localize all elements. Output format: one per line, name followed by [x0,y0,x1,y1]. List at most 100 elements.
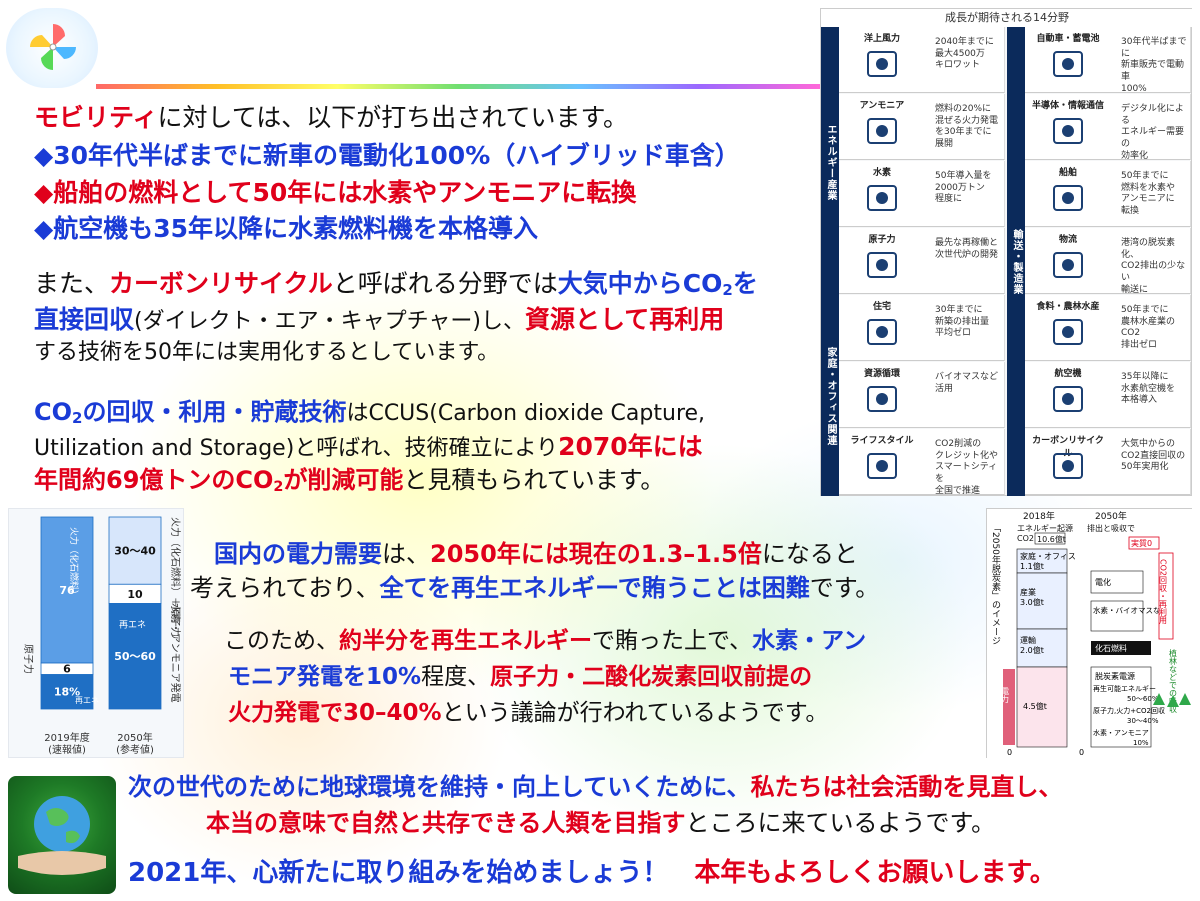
right-cell: 船舶 50年までに 燃料を水素や アンモニアに 転換 [1025,161,1191,227]
flow-zero-left: 0 [1007,748,1012,757]
demand-line2: 考えられており、全てを再生エネルギーで賄うことは困難です。 [190,574,879,603]
greeting-highlight: 本年もよろしくお願いします。 [694,858,1056,888]
flow-year-2018: 2018年 [1023,510,1055,522]
flow-left-3-name: 運輸 [1020,635,1036,645]
bar-value-label: 30〜40 [114,545,156,558]
ccus-line2: Utilization and Storage)と呼ばれ、技術確立により2070… [34,432,703,462]
text: になると [761,540,858,568]
nuclear-ccs-highlight: 原子力・二酸化炭素回収前提の [490,664,813,690]
hydrogen-highlight: 水素・アン [752,628,867,654]
right-cell: 食料・農林水産 50年までに 農林水産業のCO2 排出ゼロ [1025,295,1191,361]
cell-desc: 30年代半ばまでに 新車販売で電動車 100% [1121,37,1187,94]
bullet-ev: ◆30年代半ばまでに新車の電動化100%（ハイブリッド車含） [34,141,740,170]
flow-left-2-name: 産業 [1020,587,1036,597]
year-2070-highlight: 2070年には [558,432,703,461]
side-label-nuclear: 原子力 [22,644,35,674]
flow-svg: 「2050年脱炭素」のイメージ 2018年 2050年 エネルギー起源 CO2 … [987,509,1193,759]
mix-line3: 火力発電で30–40%という議論が行われているようです。 [228,700,828,728]
cell-desc: 30年までに 新築の排出量 平均ゼロ [935,305,990,339]
text: ところに来ているようです。 [685,809,996,837]
pinwheel-icon [30,24,76,70]
recycle-icon [867,386,897,412]
house-icon [867,319,897,345]
text: 程度、 [421,664,491,690]
flow-power-r1: 再生可能エネルギー [1093,684,1156,693]
flow-jisshitsu: 実質0 [1131,538,1152,548]
ccus-line1: CO2の回収・利用・貯蔵技術はCCUS(Carbon dioxide Captu… [34,398,705,427]
text: を [732,269,758,298]
earth-in-hands-image [8,776,116,894]
flow-power-v3: 10% [1133,739,1149,747]
text: このため、 [224,628,339,654]
cell-name: 半導体・情報通信 [1031,101,1104,111]
cell-name: 物流 [1058,235,1077,245]
cell-desc: 大気中からの CO2直接回収の 50年実用化 [1121,439,1186,473]
airplane-icon [1053,386,1083,412]
flow-left-2-value: 3.0億t [1020,597,1044,607]
right-cell: カーボンリサイクル 大気中からの CO2直接回収の 50年実用化 [1025,429,1191,495]
category-sublabel-2050: (参考値) [116,743,154,756]
infographic-title: 成長が期待される14分野 [821,9,1193,27]
flow-h-2018: エネルギー起源 [1017,524,1073,533]
cell-name: 洋上風力 [863,34,900,44]
city-icon [867,453,897,479]
flow-left-3-value: 2.0億t [1020,645,1044,655]
carbon-recycle-highlight: カーボンリサイクル [109,269,333,298]
ccus-highlight: の回収・利用・貯蔵技術 [82,398,347,426]
text: また、 [34,269,110,298]
text: という議論が行われているようです。 [441,700,829,726]
left-cell: ライフスタイル CO2削減の クレジット化や スマートシティを 全国で推進 [839,429,1005,496]
cell-desc: CO2削減の クレジット化や スマートシティを 全国で推進 [935,439,999,496]
cell-desc: 35年以降に 水素航空機を 本格導入 [1121,372,1176,406]
text: CO [34,398,73,426]
mix-line2: モニア発電を10%程度、原子力・二酸化炭素回収前提の [228,664,812,692]
bar-series-name: 再エネ [75,696,99,705]
flow-left-1-name: 家庭・オフィス [1020,551,1076,561]
mobility-intro: モビリティに対しては、以下が打ち出されています。 [34,103,628,133]
text: は、 [382,540,430,568]
reduction-highlight-end: が削減可能 [283,466,404,494]
chip-icon [1053,118,1083,144]
subscript: 2 [273,478,284,495]
header-rainbow-line [96,84,820,89]
cell-desc: バイオマスなど 活用 [935,372,999,394]
carbon-recycle-line2: 直接回収(ダイレクト・エア・キャプチャー)し、資源として再利用 [34,305,724,335]
left-cell: 住宅 30年までに 新築の排出量 平均ゼロ [839,295,1005,361]
reduction-highlight: 年間約69億トンのCO [34,466,274,494]
flow-power-v2: 30〜40% [1127,717,1159,725]
cell-name: 住宅 [872,302,891,312]
cell-name: 航空機 [1054,369,1082,379]
flow-zero-right: 0 [1079,748,1084,757]
dac-highlight: 大気中からCO [557,269,723,298]
cell-desc: 燃料の20%に 混ぜる火力発電 を30年までに 展開 [935,104,999,150]
logo [6,8,98,88]
flow-power-r2: 原子力,火力+CO2回収 [1093,706,1165,715]
right-cell: 半導体・情報通信 デジタル化による エネルギー需要の 効率化 [1025,94,1191,161]
left-cell: 原子力 最先な再稼働と 次世代炉の開発 [839,228,1005,294]
text: と呼ばれる分野では [332,269,558,298]
flow-left-4-value: 4.5億t [1023,701,1047,711]
power-mix-svg: 2019年度 (速報値) 2050年 (参考値) 原子力 火力（化石燃料）＋原子… [22,516,182,756]
earth-icon [18,796,106,875]
right-cell: 航空機 35年以降に 水素航空機を 本格導入 [1025,362,1191,428]
left-cell: 資源循環 バイオマスなど 活用 [839,362,1005,428]
difficulty-highlight: 全てを再生エネルギーで賄うことは困難 [379,574,810,602]
cell-name: 水素 [872,168,891,178]
coexist-highlight: 本当の意味で自然と共存できる人類を目指す [206,809,686,837]
mobility-highlight: モビリティ [34,103,158,132]
cell-name: 食料・農林水産 [1036,302,1100,312]
mix-line1: このため、約半分を再生エネルギーで賄った上で、水素・アン [224,628,866,656]
co2-icon [1053,453,1083,479]
text: です。 [809,574,880,602]
cell-name: アンモニア [859,101,905,111]
text: と見積もられています。 [403,466,665,494]
wind-turbine-icon [867,51,897,77]
side-label-hydrogen: 水素・アンモニア発電 [169,603,182,703]
flow-side-red: CO2回収・再利用 [1159,559,1168,625]
flow-vertical-title: 「2050年脱炭素」のイメージ [990,523,1001,645]
flow-right-2: 水素・バイオマスなど [1093,605,1168,615]
hydrogen-pump-icon [867,185,897,211]
flow-h-total: 10.6億t [1037,534,1066,544]
reuse-highlight: 資源として再利用 [524,305,725,334]
bar-value-label: 10 [127,588,143,601]
